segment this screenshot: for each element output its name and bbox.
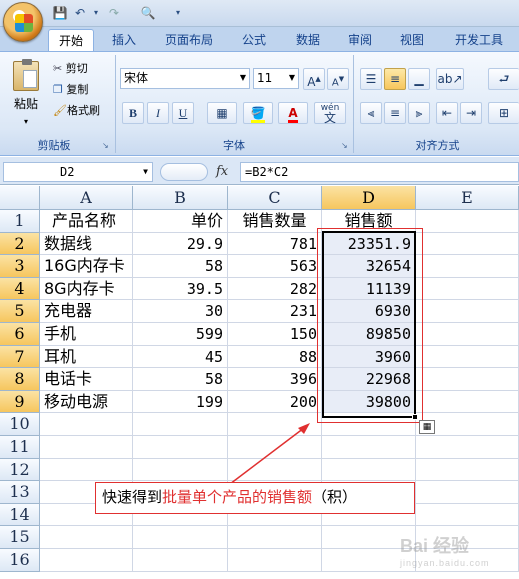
office-button[interactable] — [3, 2, 43, 42]
watermark: Bai 经验 jingyan.baidu.com — [400, 532, 515, 572]
annotation-callout: 快速得到批量单个产品的销售额（积） — [95, 482, 415, 514]
office-logo-icon — [15, 14, 33, 32]
callout-prefix: 快速得到 — [102, 488, 163, 506]
watermark-sub: jingyan.baidu.com — [400, 558, 490, 568]
callout-suffix: （积） — [312, 488, 358, 506]
callout-highlight: 批量单个产品的销售额 — [162, 488, 313, 506]
watermark-main: Bai 经验 — [400, 536, 470, 556]
